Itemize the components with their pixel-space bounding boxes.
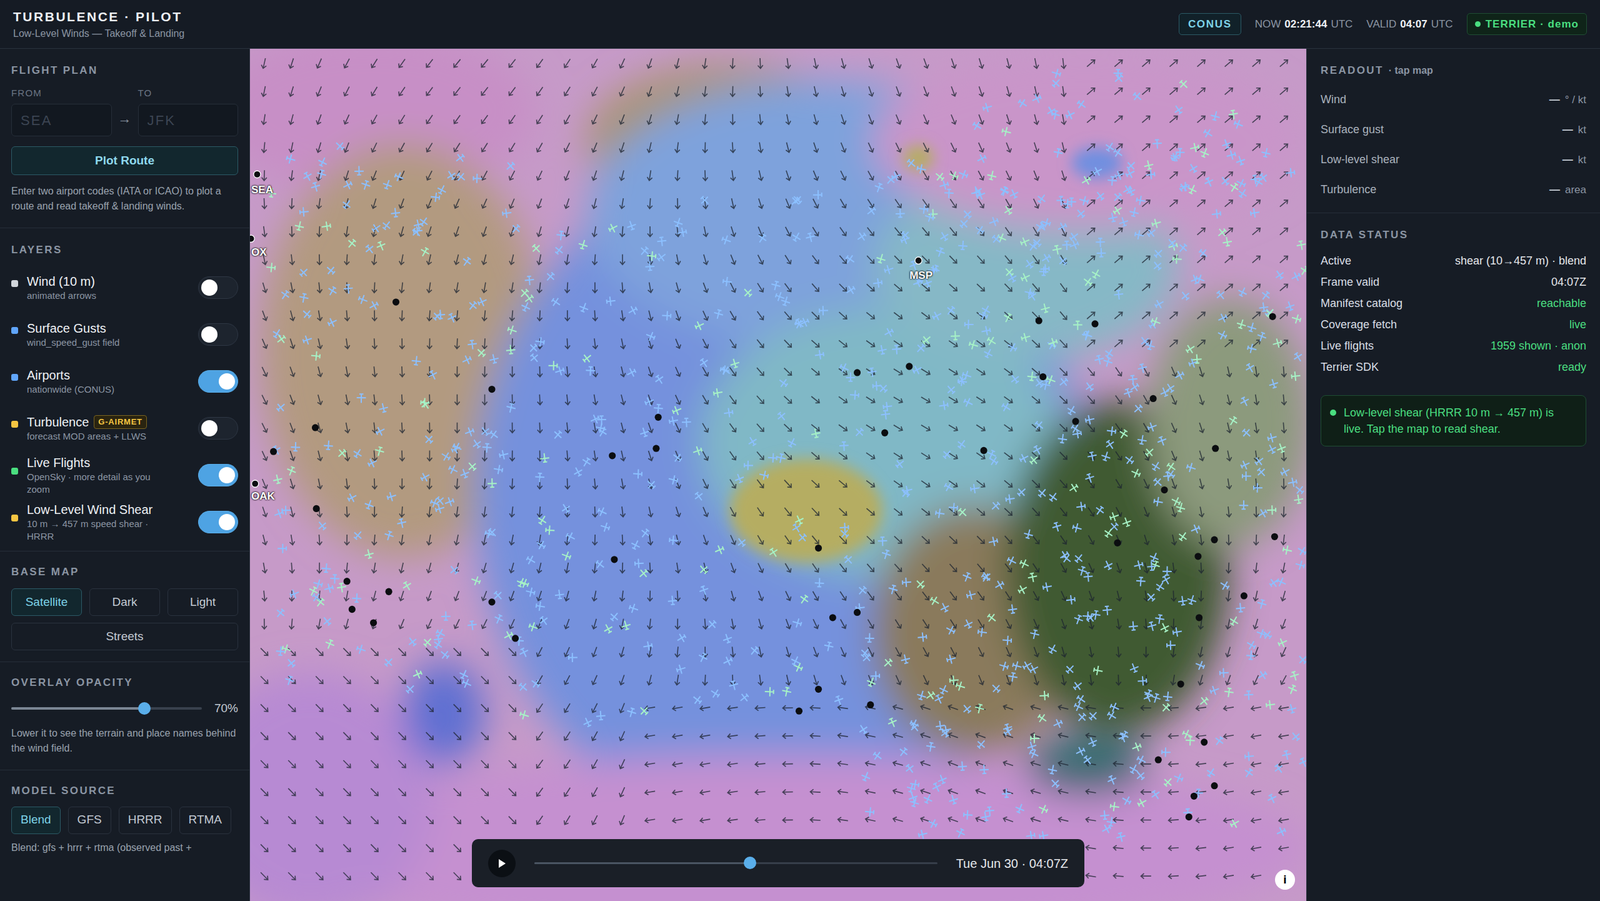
- layer-row[interactable]: Live FlightsOpenSky · more detail as you…: [11, 451, 239, 499]
- toggle-knob: [218, 373, 235, 390]
- app-title: TURBULENCE · PILOT: [13, 6, 185, 27]
- toggle-knob: [201, 420, 218, 437]
- from-input[interactable]: [11, 103, 112, 137]
- status-dot: [1475, 21, 1481, 27]
- opacity-fill: [11, 706, 145, 710]
- model-source-option[interactable]: HRRR: [118, 806, 172, 834]
- flight-plan-heading: FLIGHT PLAN: [11, 62, 239, 79]
- layer-toggle[interactable]: [198, 276, 239, 299]
- layer-sub: forecast MOD areas + LLWS: [26, 430, 168, 443]
- model-source-option[interactable]: GFS: [68, 806, 112, 834]
- model-source-section: MODEL SOURCE BlendGFSHRRRRTMA Blend: gfs +…: [0, 770, 250, 855]
- body: FLIGHT PLAN FROM → TO Plot Route Enter two ai…: [0, 48, 1600, 901]
- plot-route-button[interactable]: Plot Route: [11, 146, 239, 175]
- layer-toggle[interactable]: [198, 370, 239, 393]
- opacity-help: Lower it to see the terrain and place na…: [11, 725, 239, 756]
- layer-sub: nationwide (CONUS): [26, 383, 168, 396]
- layer-color-dot: [11, 326, 19, 334]
- layer-sub: OpenSky · more detail as you zoom: [26, 470, 168, 496]
- base-map-heading: BASE MAP: [11, 563, 239, 580]
- toggle-knob: [201, 326, 218, 343]
- layer-toggle[interactable]: [198, 323, 239, 346]
- layer-color-dot: [11, 373, 19, 381]
- layer-name: Turbulence: [26, 413, 89, 430]
- map[interactable]: SEAOXOAKMSPTue Jun 30 · 04:07Zi: [250, 48, 1307, 901]
- app-subtitle: Low-Level Winds — Takeoff & Landing: [13, 26, 185, 42]
- layer-badge: G-AIRMET: [93, 415, 147, 429]
- base-map-option[interactable]: Streets: [11, 622, 239, 650]
- opacity-knob[interactable]: [138, 701, 151, 715]
- layer-toggle[interactable]: [198, 416, 239, 440]
- layer-name: Wind (10 m): [26, 273, 95, 290]
- layer-row[interactable]: Wind (10 m)animated arrows: [11, 264, 239, 312]
- app: TURBULENCE · PILOTLow-Level Winds — Take…: [0, 0, 1600, 901]
- layers-heading: LAYERS: [11, 241, 239, 259]
- opacity-section: OVERLAY OPACITY 70% Lower it to see the te…: [0, 661, 250, 756]
- layer-row[interactable]: Low-Level Wind Shear10 m → 457 m speed s…: [11, 498, 239, 546]
- layer-row[interactable]: Surface Gustswind_speed_gust field: [11, 311, 239, 359]
- top-bar: TURBULENCE · PILOTLow-Level Winds — Take…: [0, 0, 1600, 49]
- flight-plan-help: Enter two airport codes (IATA or ICAO) t…: [11, 183, 239, 214]
- base-map-option[interactable]: Dark: [89, 588, 160, 616]
- layers-section: LAYERSWind (10 m)animated arrowsSurface …: [0, 228, 250, 546]
- model-source-note: Blend: gfs + hrrr + rtma (observed past …: [11, 840, 239, 855]
- base-map-section: BASE MAP SatelliteDarkLight Streets: [0, 551, 250, 651]
- layer-row[interactable]: Airportsnationwide (CONUS): [11, 358, 239, 405]
- flight-plan-section: FLIGHT PLAN FROM → TO Plot Route Enter two ai…: [0, 48, 250, 214]
- layer-name: Surface Gusts: [26, 320, 107, 337]
- layer-color-dot: [11, 280, 19, 287]
- model-source-option[interactable]: Blend: [11, 806, 61, 834]
- route-arrow: →: [118, 108, 132, 137]
- sidebar: FLIGHT PLAN FROM → TO Plot Route Enter two ai…: [0, 48, 250, 901]
- region-badge[interactable]: CONUS: [1178, 13, 1242, 36]
- to-input[interactable]: [138, 103, 239, 137]
- toggle-knob: [218, 513, 235, 530]
- layer-color-dot: [11, 514, 19, 522]
- map-overlay: [250, 48, 1307, 901]
- model-source-heading: MODEL SOURCE: [11, 782, 239, 799]
- opacity-slider[interactable]: [11, 706, 202, 710]
- valid-time: VALID04:07UTC: [1366, 16, 1453, 33]
- layer-row[interactable]: Turbulence G-AIRMETforecast MOD areas + L…: [11, 405, 239, 452]
- layer-sub: animated arrows: [26, 289, 168, 302]
- layer-name: Low-Level Wind Shear: [26, 501, 153, 518]
- layer-name: Airports: [26, 366, 70, 384]
- model-source-option[interactable]: RTMA: [179, 806, 232, 834]
- now-time: NOW02:21:44UTC: [1255, 16, 1354, 33]
- layer-toggle[interactable]: [198, 463, 239, 487]
- toggle-knob: [218, 466, 235, 484]
- layer-color-dot: [11, 420, 19, 428]
- to-label: TO: [138, 86, 239, 101]
- opacity-reading: 70%: [214, 699, 239, 718]
- layer-sub: 10 m → 457 m speed shear · HRRR: [26, 517, 168, 543]
- toggle-knob: [201, 279, 218, 296]
- layer-name: Live Flights: [26, 454, 90, 471]
- base-map-option[interactable]: Light: [167, 588, 239, 616]
- layer-sub: wind_speed_gust field: [26, 336, 168, 349]
- layer-color-dot: [11, 467, 19, 475]
- from-label: FROM: [11, 86, 112, 101]
- layer-toggle[interactable]: [198, 510, 239, 534]
- opacity-heading: OVERLAY OPACITY: [11, 674, 239, 691]
- base-map-option[interactable]: Satellite: [11, 588, 82, 616]
- status-badge: TERRIER · demo: [1466, 13, 1587, 36]
